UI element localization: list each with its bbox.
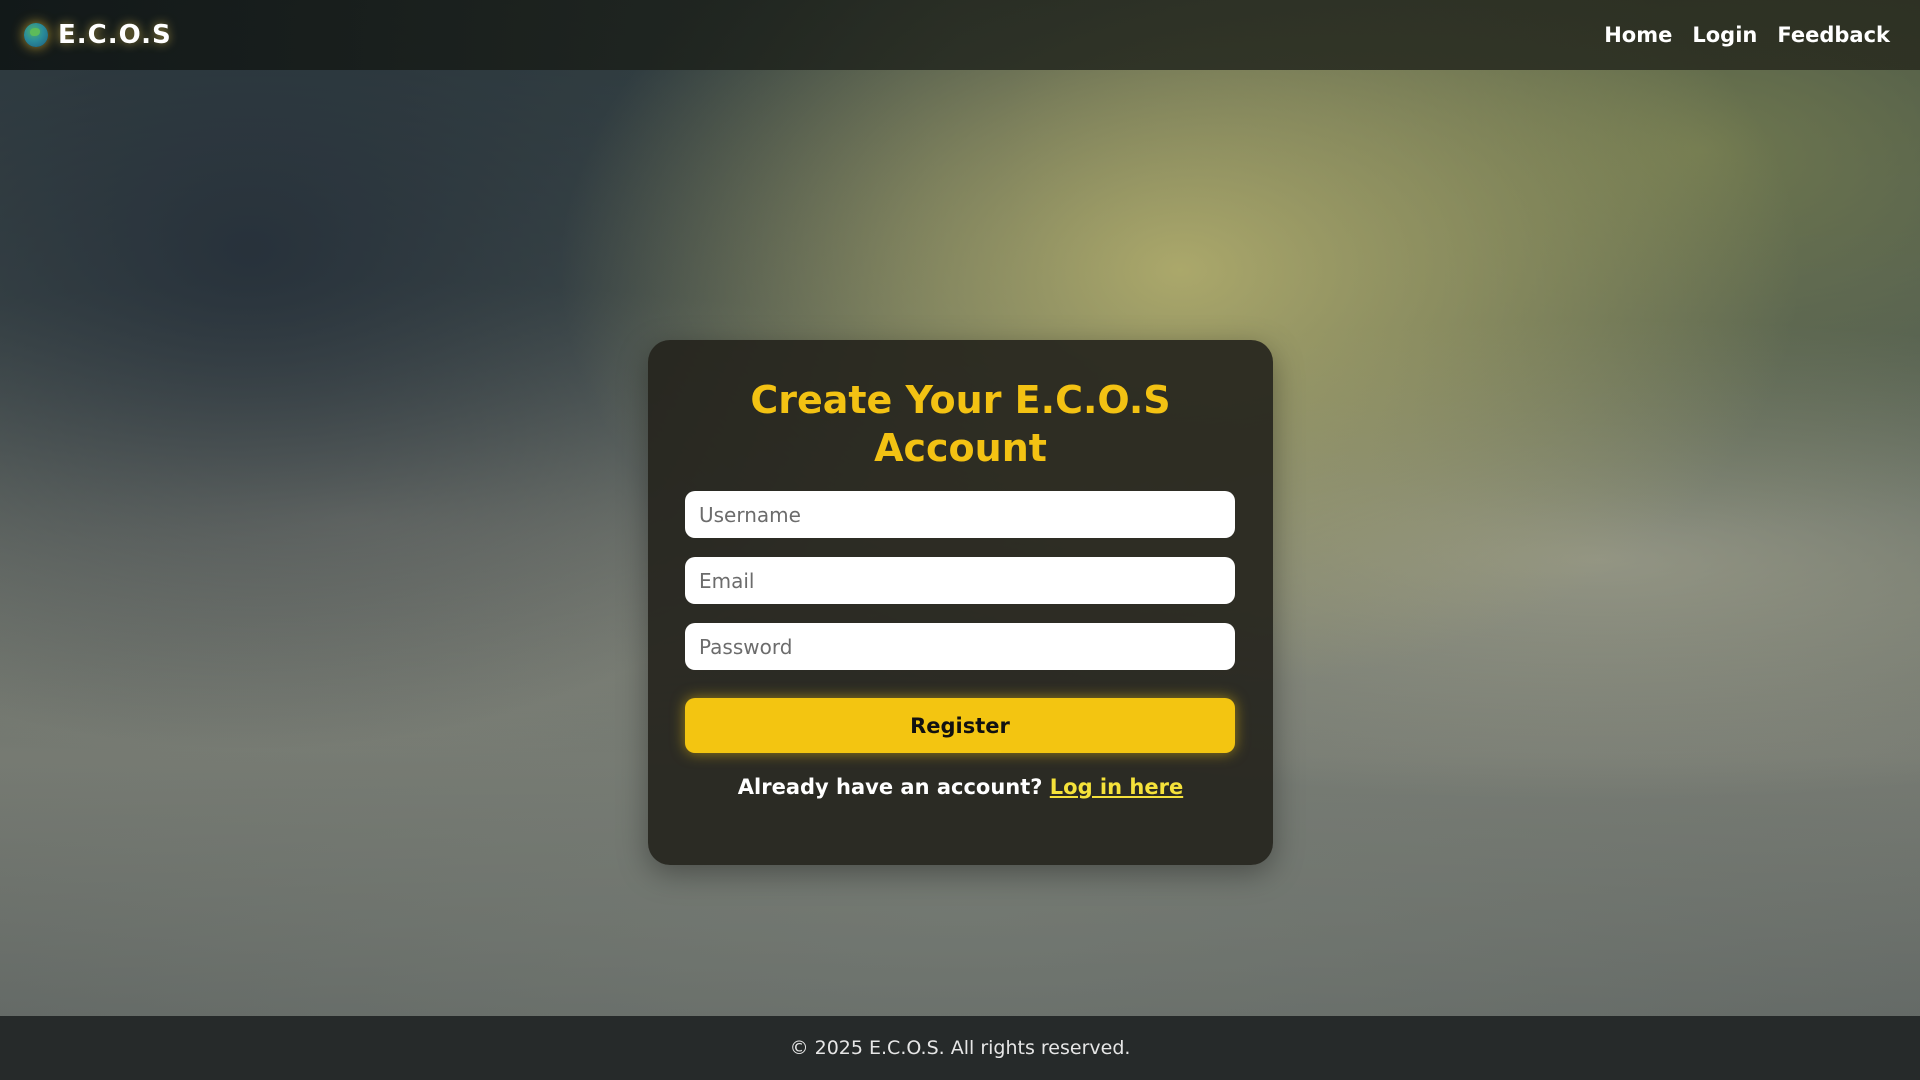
globe-icon (24, 23, 48, 47)
password-input[interactable] (685, 623, 1235, 670)
login-prompt-text: Already have an account? (737, 775, 1043, 799)
email-input[interactable] (685, 557, 1235, 604)
login-prompt: Already have an account? Log in here (685, 775, 1236, 799)
main-nav: Home Login Feedback (1604, 23, 1890, 47)
nav-link-feedback[interactable]: Feedback (1777, 23, 1890, 47)
copyright-text: © 2025 E.C.O.S. All rights reserved. (789, 1037, 1131, 1059)
footer: © 2025 E.C.O.S. All rights reserved. (0, 1016, 1920, 1080)
login-link[interactable]: Log in here (1050, 775, 1183, 799)
top-navbar: E.C.O.S Home Login Feedback (0, 0, 1920, 70)
register-button[interactable]: Register (685, 698, 1235, 753)
brand-name: E.C.O.S (58, 20, 172, 50)
register-title: Create Your E.C.O.S Account (750, 378, 1171, 470)
nav-link-login[interactable]: Login (1692, 23, 1757, 47)
register-card: Create Your E.C.O.S Account Register Alr… (648, 340, 1273, 865)
nav-link-home[interactable]: Home (1604, 23, 1672, 47)
brand-logo[interactable]: E.C.O.S (24, 20, 172, 50)
username-input[interactable] (685, 491, 1235, 538)
